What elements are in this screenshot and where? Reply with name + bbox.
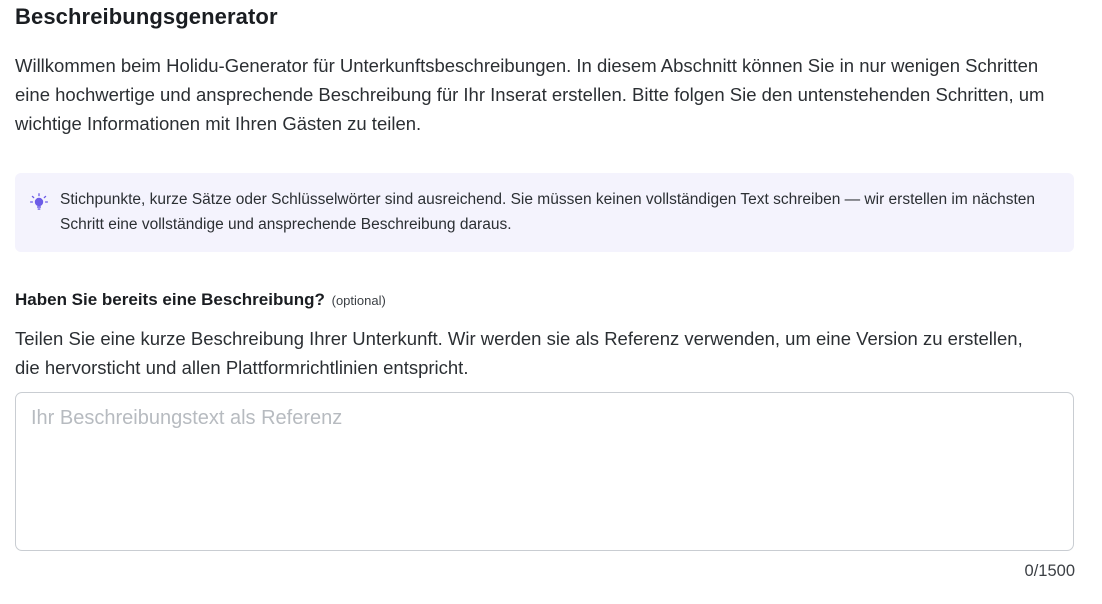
description-field-help: Teilen Sie eine kurze Beschreibung Ihrer… [15,328,1023,378]
description-field-label-text: Haben Sie bereits eine Beschreibung? [15,290,325,309]
tip-box: Stichpunkte, kurze Sätze oder Schlüsselw… [15,173,1074,252]
character-counter: 0/1500 [1024,562,1075,580]
optional-tag: (optional) [331,293,386,308]
tip-text: Stichpunkte, kurze Sätze oder Schlüsselw… [60,191,1035,233]
description-field-label: Haben Sie bereits eine Beschreibung? (op… [15,290,386,310]
intro-text: Willkommen beim Holidu-Generator für Unt… [15,55,1045,134]
page-title: Beschreibungsgenerator [15,4,278,29]
description-textarea[interactable] [15,392,1074,551]
lightbulb-icon [29,193,49,211]
